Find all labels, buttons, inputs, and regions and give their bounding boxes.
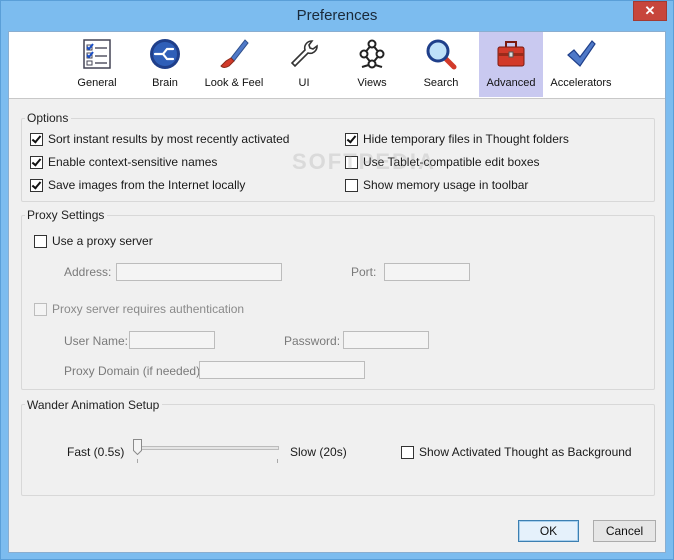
port-label: Port:: [351, 265, 377, 279]
show-activated-thought-checkbox[interactable]: Show Activated Thought as Background: [401, 444, 632, 460]
username-label: User Name:: [64, 334, 129, 348]
dialog-body: General Brain Look & Feel UI Views Searc…: [8, 31, 666, 553]
checkbox-box[interactable]: [401, 446, 414, 459]
tab-label: Advanced: [486, 77, 536, 89]
tab-label: Search: [423, 77, 459, 89]
tab-brain[interactable]: Brain: [137, 32, 193, 97]
checkbox-box[interactable]: [30, 133, 43, 146]
fast-label: Fast (0.5s): [67, 445, 125, 459]
paintbrush-icon: [220, 39, 249, 68]
tab-accelerators[interactable]: Accelerators: [546, 32, 616, 97]
tab-label: UI: [298, 77, 310, 89]
tab-label: Brain: [152, 77, 178, 89]
requires-authentication-checkbox[interactable]: Proxy server requires authentication: [34, 301, 244, 317]
checkbox-box[interactable]: [34, 303, 47, 316]
slider-thumb[interactable]: [133, 439, 142, 455]
slider-tick: [277, 459, 278, 463]
checkbox-label: Hide temporary files in Thought folders: [363, 132, 569, 146]
memory-usage-checkbox[interactable]: Show memory usage in toolbar: [345, 177, 528, 193]
checklist-icon: [83, 39, 111, 69]
address-label: Address:: [64, 265, 112, 279]
window-title: Preferences: [296, 7, 378, 24]
category-toolbar: General Brain Look & Feel UI Views Searc…: [9, 32, 665, 99]
wander-animation-title: Wander Animation Setup: [25, 398, 163, 412]
wander-speed-slider[interactable]: [133, 446, 279, 450]
proxy-domain-field[interactable]: [199, 361, 365, 379]
checkbox-label: Show memory usage in toolbar: [363, 178, 529, 192]
password-label: Password:: [284, 334, 341, 348]
tab-ui[interactable]: UI: [279, 32, 329, 97]
tab-label: General: [77, 77, 117, 89]
tab-label: Look & Feel: [204, 77, 264, 89]
watermark: SOFTPEDIA: [292, 149, 436, 174]
use-proxy-checkbox[interactable]: Use a proxy server: [34, 233, 153, 249]
tab-label: Accelerators: [550, 77, 612, 89]
options-group-title: Options: [25, 111, 72, 125]
checkbox-label: Show Activated Thought as Background: [419, 445, 632, 459]
toolbox-icon: [497, 41, 525, 67]
checkbox-label: Sort instant results by most recently ac…: [48, 132, 290, 146]
wrench-icon: [290, 40, 318, 68]
magnifier-icon: [426, 39, 457, 70]
slider-tick: [137, 459, 138, 463]
address-field[interactable]: [116, 263, 282, 281]
checkbox-label: Use a proxy server: [52, 234, 153, 248]
tab-general[interactable]: General: [69, 32, 125, 97]
checkbox-label: Enable context-sensitive names: [48, 155, 218, 169]
checkbox-box[interactable]: [34, 235, 47, 248]
checkbox-box[interactable]: [30, 179, 43, 192]
proxy-domain-label: Proxy Domain (if needed):: [64, 364, 204, 378]
sort-instant-results-checkbox[interactable]: Sort instant results by most recently ac…: [30, 131, 289, 147]
password-field[interactable]: [343, 331, 429, 349]
tab-label: Views: [357, 77, 387, 89]
save-images-checkbox[interactable]: Save images from the Internet locally: [30, 177, 245, 193]
checkmark-icon: [567, 40, 596, 67]
brain-icon: [150, 39, 180, 69]
tab-advanced[interactable]: Advanced: [479, 32, 543, 97]
checkbox-box[interactable]: [30, 156, 43, 169]
context-sensitive-names-checkbox[interactable]: Enable context-sensitive names: [30, 154, 217, 170]
checkbox-label: Save images from the Internet locally: [48, 178, 246, 192]
hide-temporary-files-checkbox[interactable]: Hide temporary files in Thought folders: [345, 131, 569, 147]
checkbox-box[interactable]: [345, 179, 358, 192]
ok-button[interactable]: OK: [518, 520, 579, 542]
preferences-window: Preferences ✕ General Brain Look & Feel …: [0, 0, 674, 560]
tab-search[interactable]: Search: [416, 32, 466, 97]
close-button[interactable]: ✕: [633, 1, 667, 21]
views-icon: [359, 39, 385, 69]
proxy-settings-title: Proxy Settings: [25, 208, 108, 222]
slow-label: Slow (20s): [290, 445, 347, 459]
username-field[interactable]: [129, 331, 215, 349]
checkbox-label: Proxy server requires authentication: [52, 302, 245, 316]
tab-views[interactable]: Views: [347, 32, 397, 97]
cancel-button[interactable]: Cancel: [593, 520, 656, 542]
title-bar[interactable]: Preferences ✕: [1, 1, 673, 31]
port-field[interactable]: [384, 263, 470, 281]
checkbox-box[interactable]: [345, 133, 358, 146]
tab-look-and-feel[interactable]: Look & Feel: [199, 32, 269, 97]
